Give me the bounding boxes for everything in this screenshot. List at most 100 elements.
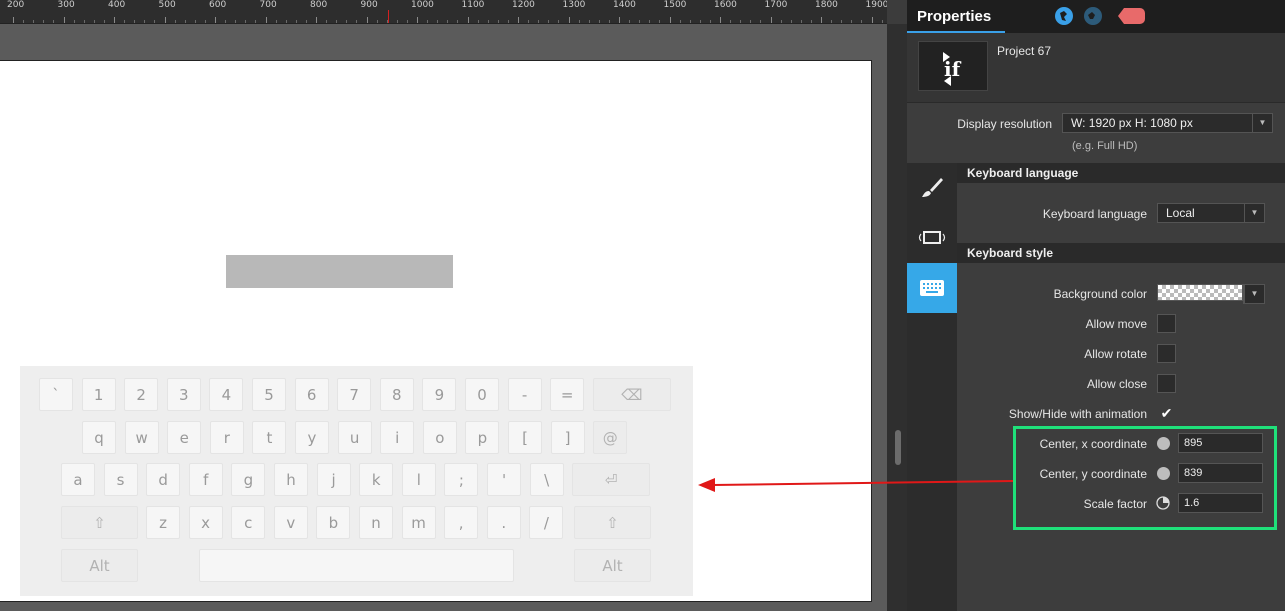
background-color-dropdown[interactable]: ▼ — [1243, 284, 1265, 304]
ruler-label: 800 — [310, 0, 328, 10]
allow-rotate-checkbox[interactable] — [1157, 344, 1176, 363]
keyboard-key[interactable]: n — [359, 506, 393, 539]
scrollbar-thumb[interactable] — [895, 430, 901, 465]
ruler-label: 1100 — [461, 0, 485, 10]
resolution-section: Display resolution W: 1920 px H: 1080 px… — [907, 104, 1285, 163]
chevron-down-icon: ▼ — [1244, 285, 1264, 303]
keyboard-key[interactable]: 5 — [252, 378, 286, 411]
keyboard-key[interactable]: g — [231, 463, 266, 496]
keyboard-key[interactable]: ⇧ — [574, 506, 651, 539]
keyboard-key[interactable]: 1 — [81, 378, 116, 411]
ruler-label: 1800 — [815, 0, 838, 10]
keyboard-key[interactable]: 7 — [337, 378, 372, 411]
tab-style[interactable] — [907, 163, 957, 213]
keyboard-key[interactable]: c — [231, 506, 266, 539]
allow-close-checkbox[interactable] — [1157, 374, 1176, 393]
keyboard-key[interactable]: ' — [487, 463, 521, 496]
keyboard-key[interactable]: 0 — [465, 378, 499, 411]
globe-icon[interactable] — [1055, 7, 1073, 25]
keyboard-key[interactable]: 9 — [422, 378, 457, 411]
keyboard-key[interactable]: m — [401, 506, 436, 539]
keyboard-key[interactable]: u — [337, 421, 372, 454]
ruler-label: 1600 — [714, 0, 737, 10]
keyboard-key[interactable]: Alt — [574, 549, 651, 582]
globe-dark-icon[interactable] — [1084, 7, 1102, 25]
keyboard-key[interactable]: @ — [593, 421, 628, 454]
ruler-label: 600 — [209, 0, 227, 10]
chevron-down-icon: ▼ — [1252, 114, 1272, 132]
virtual-keyboard[interactable]: ` 1 2 3 4 5 6 7 8 9 0- = ⌫ q w e r t y u i o p[] @ a s d f g h j k l; ' \ ⏎… — [20, 366, 693, 596]
keyboard-key[interactable]: r — [209, 421, 244, 454]
keyboard-key[interactable]: y — [295, 421, 329, 454]
display-resolution-select[interactable]: W: 1920 px H: 1080 px ▼ — [1062, 113, 1273, 133]
background-color-swatch[interactable] — [1157, 284, 1243, 301]
keyboard-key[interactable]: / — [529, 506, 564, 539]
keyboard-key[interactable]: ⇧ — [61, 506, 138, 539]
allow-close-label: Allow close — [1086, 377, 1147, 391]
keyboard-language-header: Keyboard language — [957, 163, 1285, 183]
ruler-tick — [720, 17, 721, 23]
keyboard-key[interactable]: i — [380, 421, 415, 454]
keyboard-key[interactable]: [ — [508, 421, 542, 454]
keyboard-key[interactable]: 2 — [124, 378, 159, 411]
show-hide-animation-label: Show/Hide with animation — [1008, 407, 1147, 421]
app-window: 200 300 400 500 600 700 800 900 1000 1100 1200 1300… — [0, 0, 1285, 611]
properties-tab[interactable]: Properties — [907, 0, 1005, 33]
keyboard-key[interactable]: 4 — [209, 378, 244, 411]
keyboard-key[interactable]: a — [61, 463, 95, 496]
keyboard-key[interactable]: 8 — [379, 378, 414, 411]
keyboard-key[interactable]: ⏎ — [572, 463, 651, 496]
keyboard-key[interactable]: o — [422, 421, 457, 454]
keyboard-key[interactable]: w — [124, 421, 159, 454]
keyboard-key[interactable]: Alt — [61, 549, 138, 582]
keyboard-key[interactable]: p — [465, 421, 500, 454]
keyboard-key[interactable]: f — [188, 463, 223, 496]
keyboard-key[interactable]: d — [146, 463, 181, 496]
keyboard-key[interactable]: = — [550, 378, 585, 411]
keyboard-style-header: Keyboard style — [957, 243, 1285, 263]
project-thumbnail[interactable]: if — [918, 41, 988, 91]
keyboard-key[interactable]: , — [444, 506, 479, 539]
keyboard-key-space[interactable] — [199, 549, 514, 582]
horizontal-ruler: 200 300 400 500 600 700 800 900 1000 1100 1200 1300… — [0, 0, 887, 24]
ruler-tick — [669, 17, 671, 23]
keyboard-key[interactable]: . — [486, 506, 521, 539]
allow-move-checkbox[interactable] — [1157, 314, 1176, 333]
keyboard-key[interactable]: j — [316, 463, 351, 496]
keyboard-key[interactable]: h — [274, 463, 308, 496]
keyboard-key[interactable]: k — [359, 463, 394, 496]
keyboard-key[interactable]: z — [146, 506, 180, 539]
keyboard-key[interactable]: l — [401, 463, 436, 496]
keyboard-key[interactable]: e — [167, 421, 202, 454]
keyboard-language-select[interactable]: Local ▼ — [1157, 203, 1265, 223]
allow-rotate-label: Allow rotate — [1084, 347, 1147, 361]
tab-screen[interactable] — [907, 213, 957, 263]
brush-icon — [922, 178, 943, 197]
tag-icon[interactable] — [1118, 8, 1145, 24]
keyboard-key[interactable]: ⌫ — [592, 378, 671, 411]
keyboard-key[interactable]: s — [103, 463, 138, 496]
keyboard-key[interactable]: ] — [550, 421, 585, 454]
keyboard-key[interactable]: 6 — [294, 378, 329, 411]
keyboard-key[interactable]: 3 — [166, 378, 201, 411]
keyboard-key[interactable]: ` — [39, 378, 73, 411]
keyboard-key[interactable]: t — [252, 421, 287, 454]
keyboard-key[interactable]: b — [316, 506, 351, 539]
highlight-box — [1013, 426, 1277, 530]
ruler-position-marker — [388, 10, 389, 23]
keyboard-key[interactable]: q — [82, 421, 116, 454]
keyboard-key[interactable]: ; — [444, 463, 479, 496]
show-hide-animation-checkbox[interactable]: ✔ — [1157, 404, 1176, 423]
text-input-placeholder-block[interactable] — [226, 255, 453, 288]
keyboard-key[interactable]: v — [273, 506, 308, 539]
ruler-tick — [215, 17, 216, 23]
vertical-scrollbar[interactable] — [887, 24, 907, 611]
keyboard-key[interactable]: \ — [529, 463, 564, 496]
keyboard-key[interactable]: - — [507, 378, 542, 411]
ruler-label: 1300 — [562, 0, 586, 10]
keyboard-key[interactable]: x — [188, 506, 223, 539]
display-resolution-value: W: 1920 px H: 1080 px — [1071, 116, 1193, 130]
ruler-tick — [518, 17, 519, 23]
ruler-tick — [265, 17, 267, 23]
tab-keyboard[interactable] — [907, 263, 957, 313]
